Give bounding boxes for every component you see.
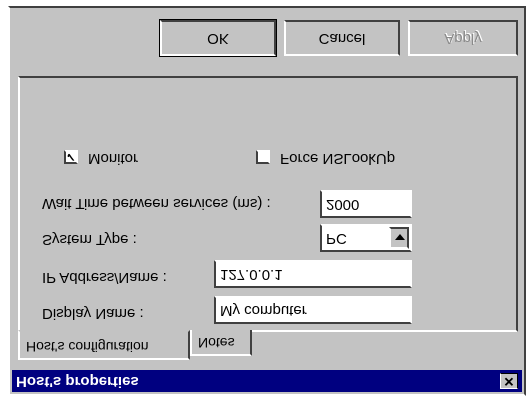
tab-notes[interactable]: Notes bbox=[190, 330, 252, 356]
monitor-label[interactable]: Monitor bbox=[88, 150, 138, 167]
system-type-dropdown-button[interactable] bbox=[389, 227, 409, 249]
configuration-panel: Display Name : My computer IP Address/Na… bbox=[18, 76, 518, 332]
system-type-value: PC bbox=[326, 230, 347, 247]
apply-button[interactable]: Apply bbox=[408, 20, 518, 56]
hosts-properties-dialog: Host's properties ✕ Host's configuration… bbox=[8, 6, 526, 396]
close-icon: ✕ bbox=[503, 374, 515, 389]
check-icon: ✓ bbox=[66, 150, 77, 164]
ok-button[interactable]: OK bbox=[159, 19, 277, 57]
tab-label: Notes bbox=[198, 335, 235, 351]
system-type-select[interactable]: PC bbox=[320, 224, 412, 252]
ip-address-label: IP Address/Name : bbox=[42, 269, 167, 286]
force-nslookup-label[interactable]: Force NSLookUp bbox=[280, 150, 395, 167]
wait-time-label: Wait Time between services (ms) : bbox=[42, 195, 271, 212]
tab-hosts-configuration[interactable]: Host's configuration bbox=[18, 330, 190, 360]
tab-label: Host's configuration bbox=[26, 339, 149, 355]
chevron-down-icon bbox=[395, 234, 405, 240]
cancel-button[interactable]: Cancel bbox=[284, 20, 400, 56]
window-title: Host's properties bbox=[16, 373, 139, 390]
monitor-checkbox[interactable]: ✓ bbox=[64, 150, 78, 164]
display-name-label: Display Name : bbox=[42, 305, 144, 322]
flipped-stage: Host's properties ✕ Host's configuration… bbox=[0, 0, 528, 400]
display-name-input[interactable]: My computer bbox=[214, 296, 412, 324]
close-button[interactable]: ✕ bbox=[500, 373, 518, 389]
force-nslookup-checkbox[interactable] bbox=[256, 150, 270, 164]
system-type-label: System Type : bbox=[42, 231, 137, 248]
wait-time-input[interactable]: 2000 bbox=[320, 190, 412, 218]
title-bar[interactable]: Host's properties ✕ bbox=[12, 370, 522, 392]
ip-address-input[interactable]: 127.0.0.1 bbox=[214, 260, 412, 288]
